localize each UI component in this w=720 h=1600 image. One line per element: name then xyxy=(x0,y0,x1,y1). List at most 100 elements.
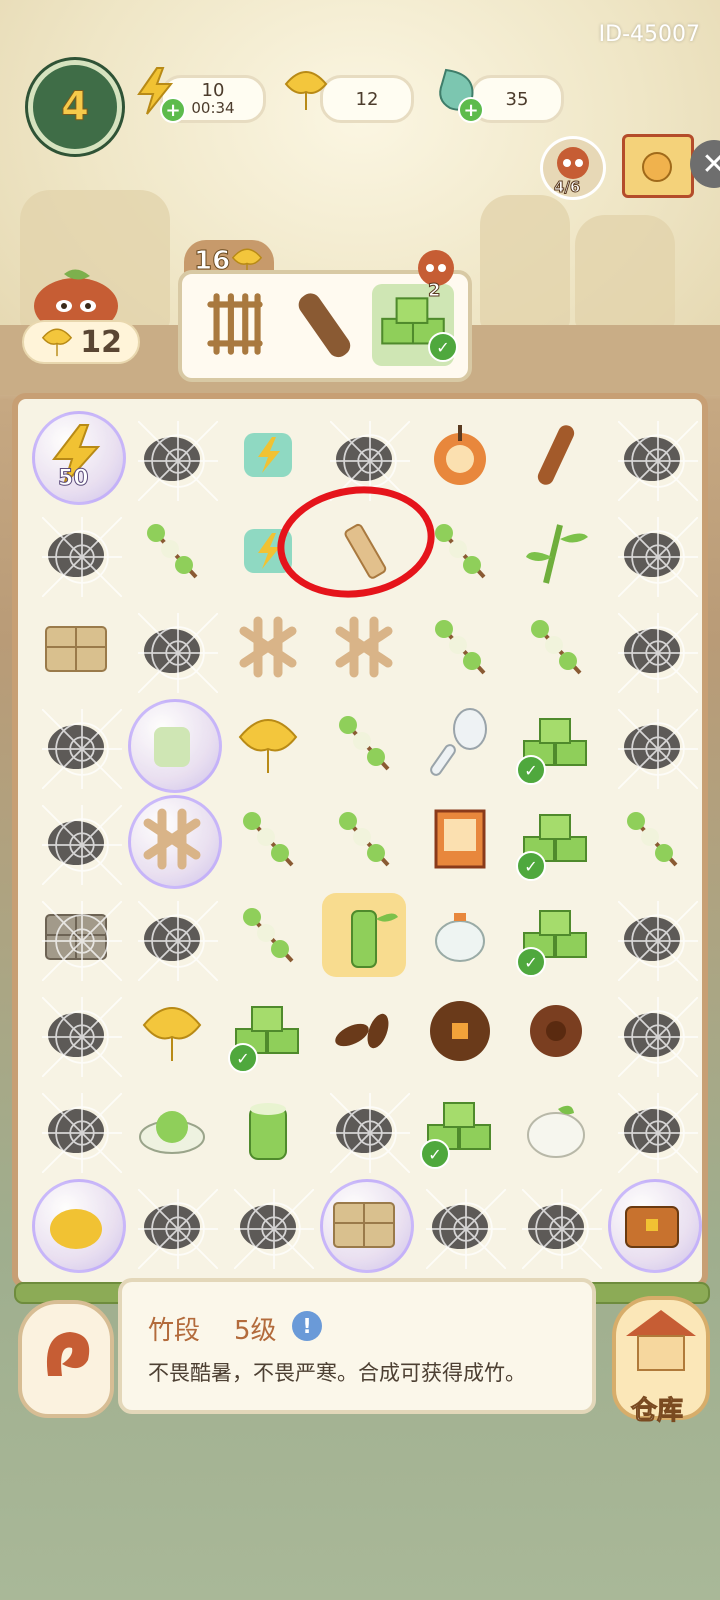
cobweb-icon xyxy=(618,613,698,693)
board-cell-box[interactable] xyxy=(28,599,124,695)
level-badge[interactable]: 4 xyxy=(28,60,122,154)
cup-icon xyxy=(154,727,190,767)
energy-value: 10 xyxy=(201,80,225,101)
check-icon: ✓ xyxy=(228,1043,258,1073)
board-cell-dango[interactable] xyxy=(604,791,700,887)
seeds-icon xyxy=(335,1013,389,1049)
board-cell-dango[interactable] xyxy=(220,791,316,887)
user-id: ID-45007 xyxy=(598,22,700,47)
cobweb-icon xyxy=(234,1189,314,1269)
player-leaf-count: 12 xyxy=(22,320,140,364)
dango-icon xyxy=(243,812,294,867)
board-cell-chest-bubble[interactable] xyxy=(604,1175,702,1273)
board-cell-leaf-webbed[interactable] xyxy=(28,695,124,791)
board-cell-bamboo-cup[interactable] xyxy=(220,1079,316,1175)
board-cell-dango[interactable] xyxy=(316,791,412,887)
cobweb-icon xyxy=(618,997,698,1077)
add-drop-button[interactable]: + xyxy=(458,97,484,123)
board-cell-fruit-webbed[interactable] xyxy=(220,1175,316,1271)
board-cell-bamboo-highlight[interactable] xyxy=(316,887,412,983)
board-cell-purple-leaf-webbed[interactable] xyxy=(316,1079,412,1175)
lattice-icon xyxy=(143,808,201,870)
board-cell-tofu-checked[interactable]: ✓ xyxy=(508,887,604,983)
board-cell-seeds[interactable] xyxy=(316,983,412,1079)
board-cell-box-bubble[interactable] xyxy=(316,1175,414,1273)
board-cell-sticks-webbed[interactable] xyxy=(28,503,124,599)
info-icon[interactable]: ! xyxy=(292,1311,322,1341)
wood-stick-icon xyxy=(537,425,575,485)
board-cell-mound-webbed[interactable] xyxy=(412,1175,508,1271)
board-cell-tofu-checked[interactable]: ✓ xyxy=(412,1079,508,1175)
board-cell-dango[interactable] xyxy=(316,695,412,791)
add-energy-button[interactable]: + xyxy=(160,97,186,123)
dango-icon xyxy=(531,620,582,675)
board-cell-frog-bubble[interactable] xyxy=(28,1175,126,1273)
cobweb-icon xyxy=(42,901,122,981)
leaf-currency: 12 xyxy=(320,75,414,123)
item-preview-button[interactable] xyxy=(18,1300,114,1418)
board-cell-tofu-checked[interactable]: ✓ xyxy=(508,791,604,887)
board-cell-rock-webbed[interactable] xyxy=(604,983,700,1079)
board-cell-spoon[interactable] xyxy=(412,695,508,791)
board-cell-box-webbed[interactable] xyxy=(28,887,124,983)
shop-button[interactable] xyxy=(622,134,694,198)
board-cell-pinecone-webbed[interactable] xyxy=(124,1175,220,1271)
cobweb-icon xyxy=(42,805,122,885)
board-cell-ginkgo-leaf[interactable] xyxy=(124,983,220,1079)
item-level: 5级 xyxy=(234,1316,277,1346)
board-cell-animal-webbed[interactable] xyxy=(604,887,700,983)
board-cell-lantern-box[interactable] xyxy=(412,791,508,887)
board-cell-teapot[interactable] xyxy=(412,887,508,983)
bamboo-sprout-icon xyxy=(526,524,588,584)
flower-brown-icon xyxy=(530,1005,582,1057)
board-cell-lattice-bubble[interactable] xyxy=(124,791,222,889)
bamboo-cup-icon xyxy=(249,1103,287,1160)
board-cell-wood-stick[interactable] xyxy=(508,407,604,503)
board-cell-green-dish[interactable] xyxy=(124,1079,220,1175)
board-cell-mochi[interactable] xyxy=(508,1079,604,1175)
leaf-value: 12 xyxy=(355,88,379,110)
board-cell-dango[interactable] xyxy=(412,599,508,695)
board-cell-rock-webbed[interactable] xyxy=(604,503,700,599)
warehouse-label: 仓库 xyxy=(630,1396,683,1427)
cobweb-icon xyxy=(42,709,122,789)
ginkgo-leaf-icon xyxy=(282,66,330,118)
check-icon: ✓ xyxy=(516,851,546,881)
board-cell-bowl-webbed[interactable] xyxy=(124,407,220,503)
board-cell-owl-webbed[interactable] xyxy=(604,695,700,791)
board-cell-lattice[interactable] xyxy=(316,599,412,695)
dango-icon xyxy=(435,620,486,675)
cobweb-icon xyxy=(42,517,122,597)
check-icon: ✓ xyxy=(516,755,546,785)
board-cell-dango[interactable] xyxy=(220,887,316,983)
board-cell-stone-webbed[interactable] xyxy=(604,407,700,503)
board-cell-ginkgo-leaf[interactable] xyxy=(220,695,316,791)
board-cell-dango[interactable] xyxy=(508,599,604,695)
board-cell-log-webbed[interactable] xyxy=(28,983,124,1079)
board-cell-bush-webbed[interactable] xyxy=(124,887,220,983)
board-cell-pie[interactable] xyxy=(412,983,508,1079)
cobweb-icon xyxy=(618,901,698,981)
board-cell-energy-bubble[interactable]: 50 xyxy=(28,407,126,505)
board-cell-stone-webbed[interactable] xyxy=(604,1079,700,1175)
board-cell-tofu-checked[interactable]: ✓ xyxy=(220,983,316,1079)
board-cell-flower-brown[interactable] xyxy=(508,983,604,1079)
panda-helper-count: 4/6 xyxy=(553,178,581,197)
board-cell-lattice[interactable] xyxy=(220,599,316,695)
board-cell-energy-card[interactable] xyxy=(220,407,316,503)
board-cell-tofu-checked[interactable]: ✓ xyxy=(508,695,604,791)
board-cell-bamboo-sprout[interactable] xyxy=(508,503,604,599)
board-cell-pot-webbed[interactable] xyxy=(604,599,700,695)
board-cell-bread[interactable] xyxy=(412,407,508,503)
board-cell-herb-webbed[interactable] xyxy=(508,1175,604,1271)
board-cell-pile-webbed[interactable] xyxy=(28,791,124,887)
cobweb-icon xyxy=(522,1189,602,1269)
spoon-icon xyxy=(430,708,487,776)
ginkgo-leaf-icon xyxy=(42,328,73,357)
board-cell-cup-bubble[interactable] xyxy=(124,695,222,793)
ginkgo-leaf-icon xyxy=(238,719,298,773)
board-cell-rock-webbed[interactable] xyxy=(124,599,220,695)
board-cell-tool-webbed[interactable] xyxy=(28,1079,124,1175)
board-cell-dango[interactable] xyxy=(124,503,220,599)
order-item-green-tofu-stack: ✓ xyxy=(372,284,458,366)
